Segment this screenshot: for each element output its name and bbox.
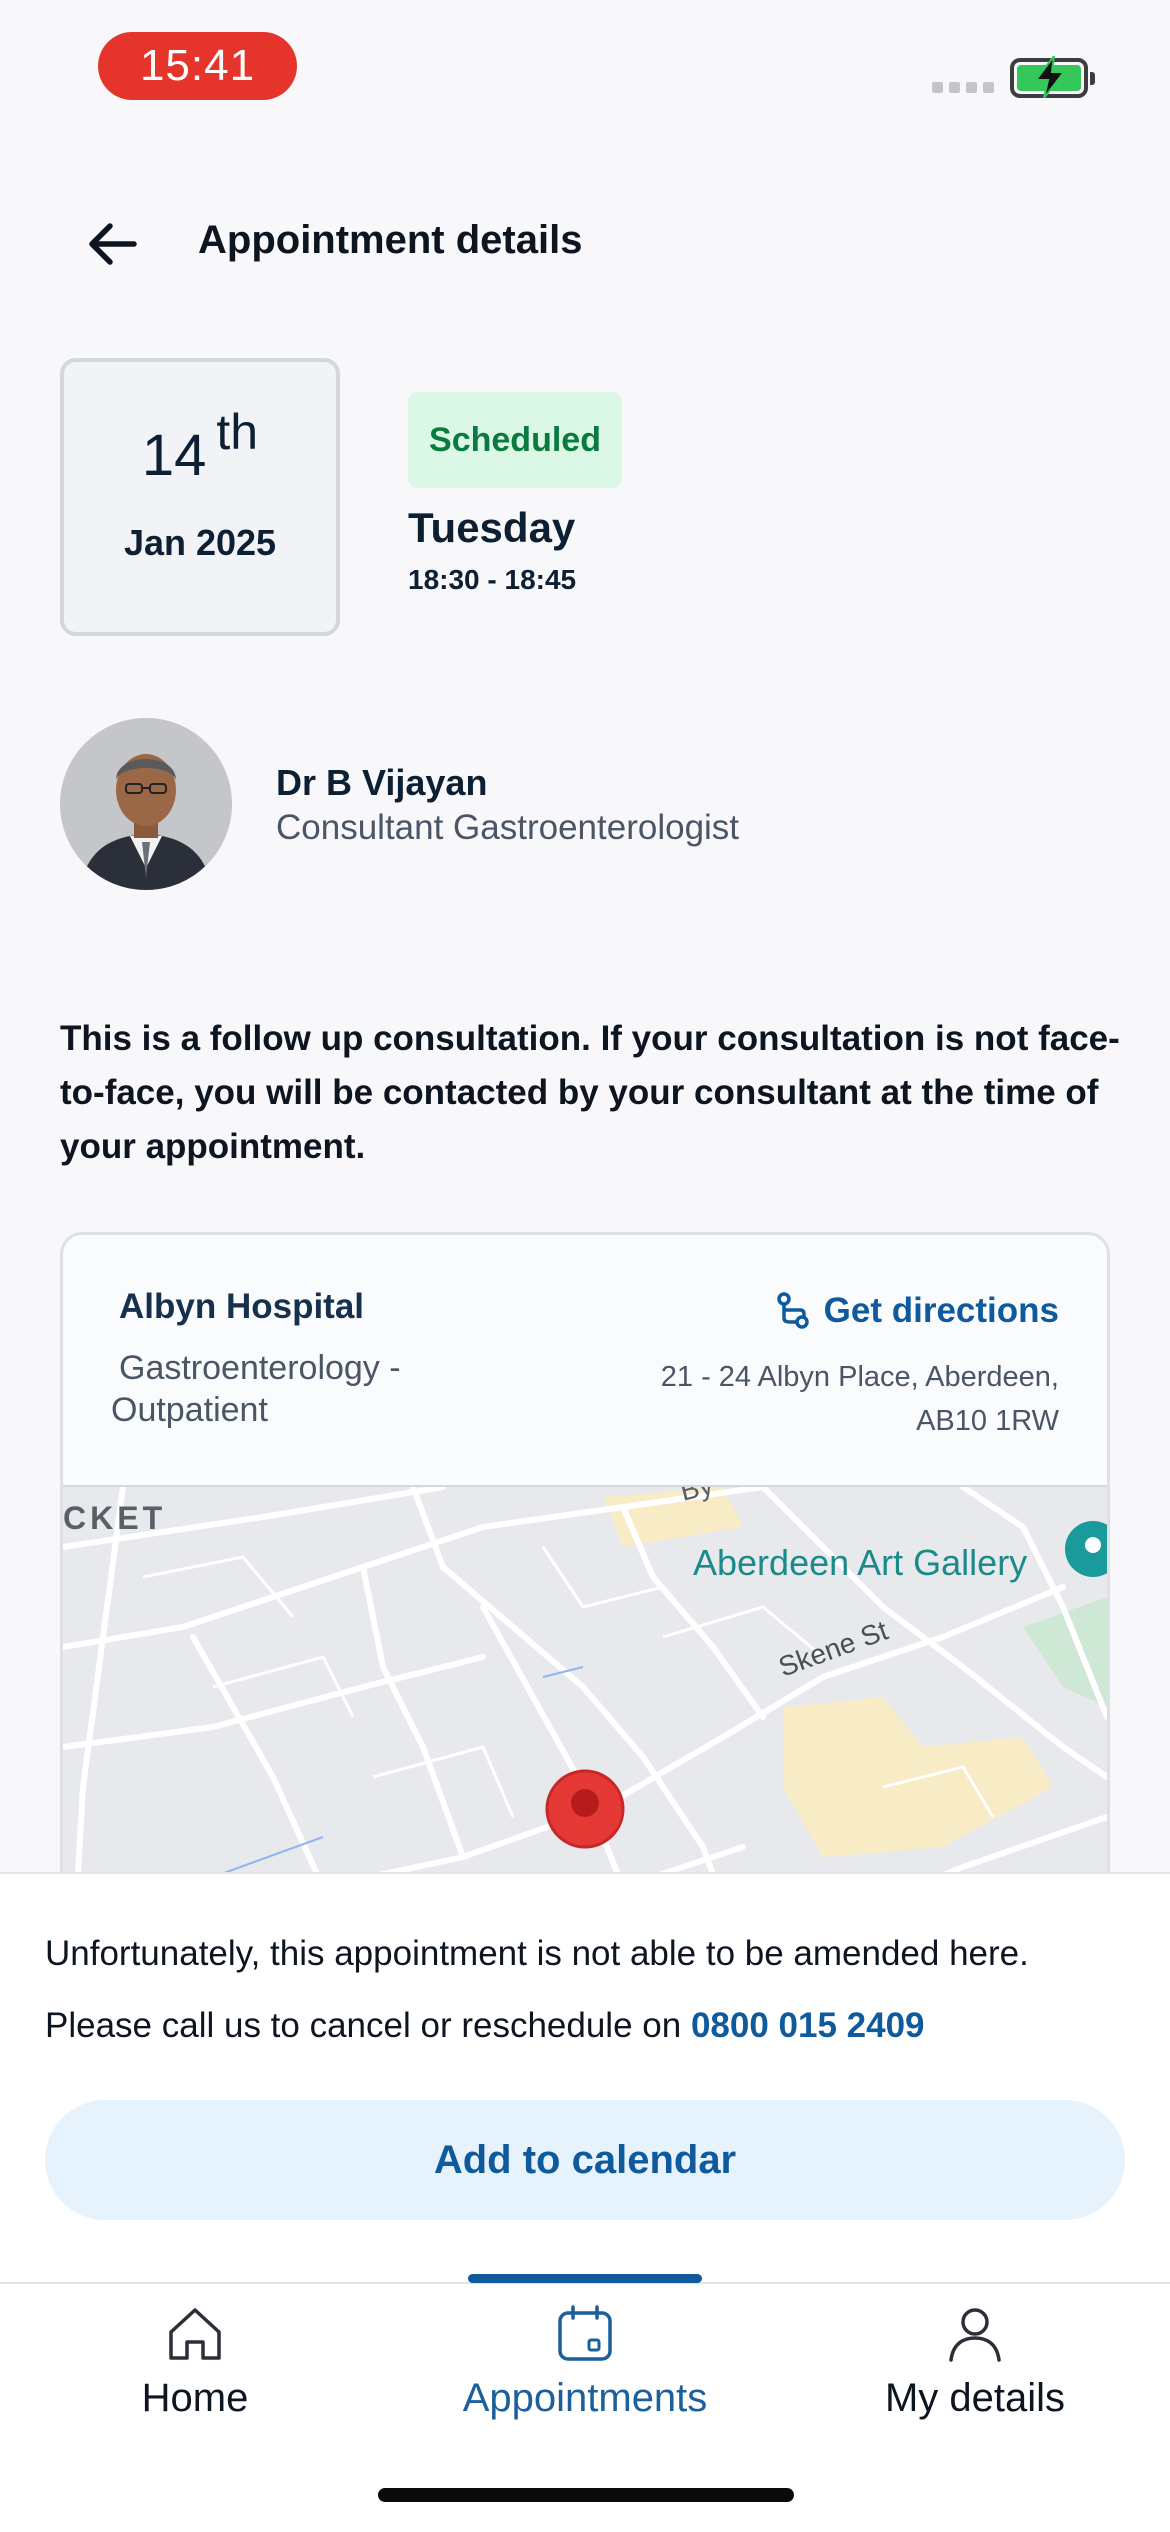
tab-my-details[interactable]: My details	[780, 2284, 1170, 2444]
back-button[interactable]	[84, 214, 144, 274]
arrow-left-icon	[89, 223, 137, 265]
battery-icon	[1010, 56, 1095, 98]
amend-notice: Unfortunately, this appointment is not a…	[45, 1934, 1029, 1973]
doctor-avatar	[60, 718, 232, 890]
tab-home[interactable]: Home	[0, 2284, 390, 2444]
tab-appointments-label: Appointments	[462, 2376, 708, 2420]
date-day: 14th	[64, 404, 336, 488]
location-pin-icon	[545, 1769, 625, 1849]
status-badge: Scheduled	[408, 392, 622, 488]
tab-my-details-label: My details	[884, 2376, 1066, 2420]
hospital-name: Albyn Hospital	[119, 1287, 365, 1326]
get-directions-link[interactable]: Get directions	[776, 1291, 1059, 1331]
bottom-sheet: Unfortunately, this appointment is not a…	[0, 1872, 1170, 2282]
date-card: 14th Jan 2025	[60, 358, 340, 636]
call-notice: Please call us to cancel or reschedule o…	[45, 2006, 925, 2046]
person-icon	[949, 2308, 1001, 2362]
cellular-signal-icon	[932, 82, 994, 93]
get-directions-label: Get directions	[823, 1291, 1059, 1330]
home-indicator[interactable]	[378, 2488, 794, 2502]
home-icon	[169, 2308, 221, 2360]
add-to-calendar-button[interactable]: Add to calendar	[45, 2100, 1125, 2220]
page-title: Appointment details	[198, 218, 583, 262]
tab-home-label: Home	[141, 2376, 249, 2420]
tab-appointments[interactable]: Appointments	[390, 2284, 780, 2444]
appointment-weekday: Tuesday	[408, 504, 576, 551]
doctor-name: Dr B Vijayan	[276, 762, 488, 803]
charging-bolt-icon	[1034, 56, 1067, 98]
day-number: 14	[141, 423, 207, 488]
day-suffix: th	[216, 404, 259, 460]
call-notice-text: Please call us to cancel or reschedule o…	[45, 2006, 691, 2045]
map-label-partial-left: CKET	[63, 1500, 166, 1536]
active-tab-indicator	[468, 2274, 702, 2283]
status-time: 15:41	[98, 32, 297, 100]
appointment-time: 18:30 - 18:45	[408, 564, 577, 595]
address-line-1: 21 - 24 Albyn Place, Aberdeen,	[660, 1361, 1059, 1393]
department: Gastroenterology - Outpatient	[111, 1349, 401, 1429]
doctor-role: Consultant Gastroenterologist	[276, 808, 740, 847]
date-month-year: Jan 2025	[123, 522, 277, 563]
consultation-notice: This is a follow up consultation. If you…	[60, 1019, 1120, 1166]
address-line-2: AB10 1RW	[916, 1405, 1059, 1437]
location-card: Albyn Hospital Gastroenterology - Outpat…	[60, 1232, 1110, 1952]
map-label-gallery: Aberdeen Art Gallery	[693, 1542, 1027, 1583]
address: 21 - 24 Albyn Place, Aberdeen, AB10 1RW	[599, 1355, 1059, 1443]
phone-link[interactable]: 0800 015 2409	[691, 2006, 925, 2045]
route-icon	[776, 1292, 809, 1329]
calendar-icon	[558, 2305, 612, 2361]
